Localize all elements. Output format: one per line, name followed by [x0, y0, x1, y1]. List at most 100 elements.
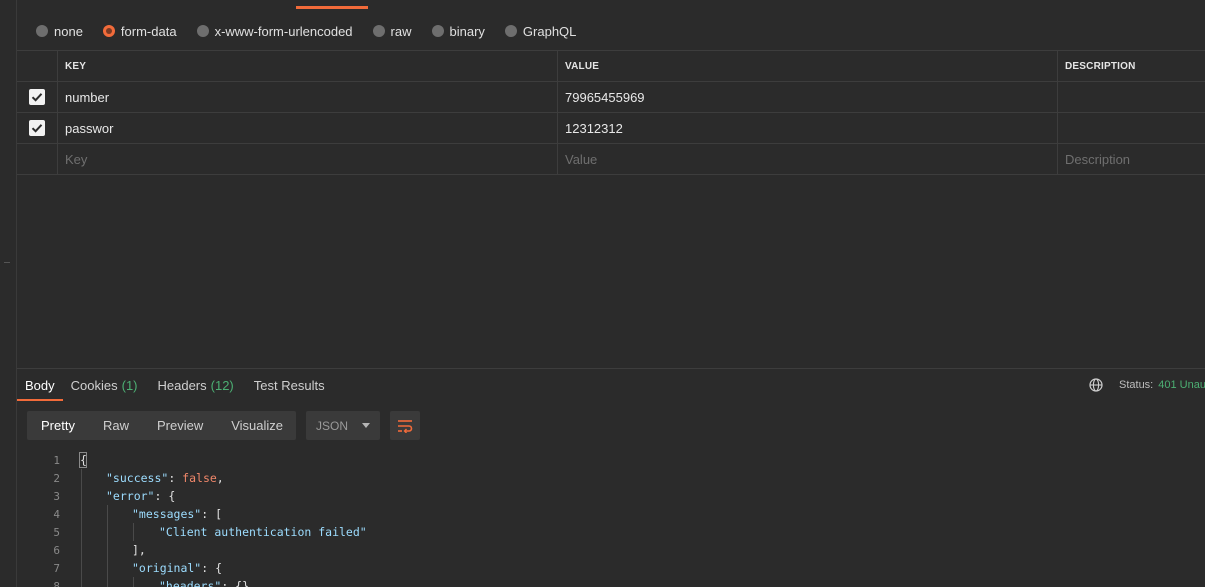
view-pretty-button[interactable]: Pretty — [27, 411, 89, 440]
key-cell[interactable]: passwor — [58, 113, 558, 143]
radio-graphql[interactable]: GraphQL — [504, 23, 577, 39]
tab-label: Body — [25, 378, 55, 393]
tab-body[interactable]: Body — [17, 370, 63, 401]
checkmark-icon — [31, 93, 43, 102]
tab-cookies[interactable]: Cookies (1) — [63, 370, 146, 401]
active-request-tab-underline — [296, 6, 368, 9]
json-string: "Client authentication failed" — [159, 525, 367, 539]
json-key: "messages" — [132, 507, 202, 521]
tab-test-results[interactable]: Test Results — [246, 370, 333, 401]
tab-label: Headers — [157, 378, 207, 393]
header-value: VALUE — [558, 51, 1058, 81]
table-row: passwor 12312312 — [17, 113, 1205, 144]
radio-none[interactable]: none — [36, 24, 83, 39]
code-text: "original": { — [132, 561, 222, 575]
code-text: ], — [132, 543, 146, 557]
description-input[interactable]: Description — [1058, 144, 1205, 174]
wrap-lines-icon — [398, 419, 413, 433]
response-status: Status: 401 Unau — [1089, 376, 1205, 394]
value-cell[interactable]: 12312312 — [558, 113, 1058, 143]
key-cell[interactable]: number — [58, 82, 558, 112]
code-text: "error": { — [106, 489, 175, 503]
view-mode-group: Pretty Raw Preview Visualize — [27, 411, 296, 440]
value-cell[interactable]: 79965455969 — [558, 82, 1058, 112]
radio-binary[interactable]: binary — [431, 23, 485, 39]
table-header-row: KEY VALUE DESCRIPTION — [17, 51, 1205, 82]
json-punct: : {}, — [221, 579, 256, 587]
json-punct: , — [216, 471, 224, 485]
value-text: 12312312 — [565, 120, 623, 136]
row-check-cell — [17, 144, 58, 174]
body-type-selector: none form-data x-www-form-urlencoded raw… — [36, 21, 596, 41]
json-key: "original" — [132, 561, 202, 575]
radio-label: raw — [390, 23, 412, 39]
json-punct: : { — [201, 561, 223, 575]
radio-label: x-www-form-urlencoded — [214, 23, 353, 39]
key-input[interactable]: Key — [58, 144, 558, 174]
row-check-cell — [17, 113, 58, 143]
gutter-tick — [4, 262, 10, 263]
value-input[interactable]: Value — [558, 144, 1058, 174]
code-text: "messages": [ — [132, 507, 222, 521]
row-checkbox[interactable] — [29, 120, 45, 136]
radio-dot-icon — [431, 25, 444, 37]
json-punct: : [ — [201, 507, 223, 521]
left-gutter — [0, 0, 17, 587]
wrap-lines-button[interactable] — [390, 411, 420, 440]
chevron-down-icon — [362, 423, 370, 428]
view-raw-button[interactable]: Raw — [89, 411, 143, 440]
value-text: 79965455969 — [565, 89, 645, 105]
radio-label: form-data — [120, 23, 177, 39]
radio-raw[interactable]: raw — [372, 23, 412, 39]
header-key: KEY — [58, 51, 558, 81]
line-number: 1 — [53, 453, 60, 467]
status-value: 401 Unau — [1158, 379, 1205, 391]
description-cell[interactable] — [1058, 113, 1205, 143]
radio-dot-icon — [196, 25, 209, 37]
radio-label: none — [54, 23, 83, 39]
radio-label: GraphQL — [522, 23, 577, 39]
code-line: 7 "original": { — [17, 559, 1205, 577]
json-key: "headers" — [159, 579, 222, 587]
row-checkbox[interactable] — [29, 89, 45, 105]
globe-icon[interactable] — [1089, 378, 1103, 392]
code-line: 1 { — [17, 451, 1205, 469]
json-boolean: false — [182, 471, 217, 485]
checkmark-icon — [31, 124, 43, 133]
key-placeholder: Key — [65, 151, 88, 167]
response-body-code[interactable]: 1 { 2 "success": false, 3 "error": { 4 "… — [17, 451, 1205, 587]
key-text: passwor — [65, 120, 114, 136]
radio-dot-checked-icon — [102, 25, 115, 37]
view-visualize-button[interactable]: Visualize — [217, 411, 297, 440]
code-line: 2 "success": false, — [17, 469, 1205, 487]
line-number: 5 — [53, 525, 60, 539]
code-text: "headers": {}, — [159, 579, 256, 587]
description-placeholder: Description — [1065, 151, 1131, 167]
json-punct: : { — [154, 489, 176, 503]
code-line: 3 "error": { — [17, 487, 1205, 505]
view-preview-button[interactable]: Preview — [143, 411, 217, 440]
json-key: "error" — [106, 489, 155, 503]
line-number: 6 — [53, 543, 60, 557]
code-line: 5 "Client authentication failed" — [17, 523, 1205, 541]
line-number: 7 — [53, 561, 60, 575]
radio-dot-icon — [372, 25, 385, 37]
radio-form-data[interactable]: form-data — [102, 23, 177, 39]
radio-x-www-form-urlencoded[interactable]: x-www-form-urlencoded — [196, 23, 353, 39]
format-select[interactable]: JSON — [306, 411, 380, 440]
line-number: 4 — [53, 507, 60, 521]
line-number: 3 — [53, 489, 60, 503]
json-key: "success" — [106, 471, 169, 485]
pane-divider[interactable] — [17, 368, 1205, 369]
code-line: 8 "headers": {}, — [17, 577, 1205, 587]
tab-label: Test Results — [253, 378, 325, 393]
tab-label: Cookies — [70, 378, 118, 393]
json-punct: : — [168, 471, 183, 485]
radio-label: binary — [449, 23, 485, 39]
radio-dot-icon — [504, 25, 517, 37]
description-cell[interactable] — [1058, 82, 1205, 112]
table-row-new: Key Value Description — [17, 144, 1205, 175]
line-number: 8 — [53, 579, 60, 587]
tab-headers[interactable]: Headers (12) — [150, 370, 242, 401]
header-check-cell — [17, 51, 58, 81]
